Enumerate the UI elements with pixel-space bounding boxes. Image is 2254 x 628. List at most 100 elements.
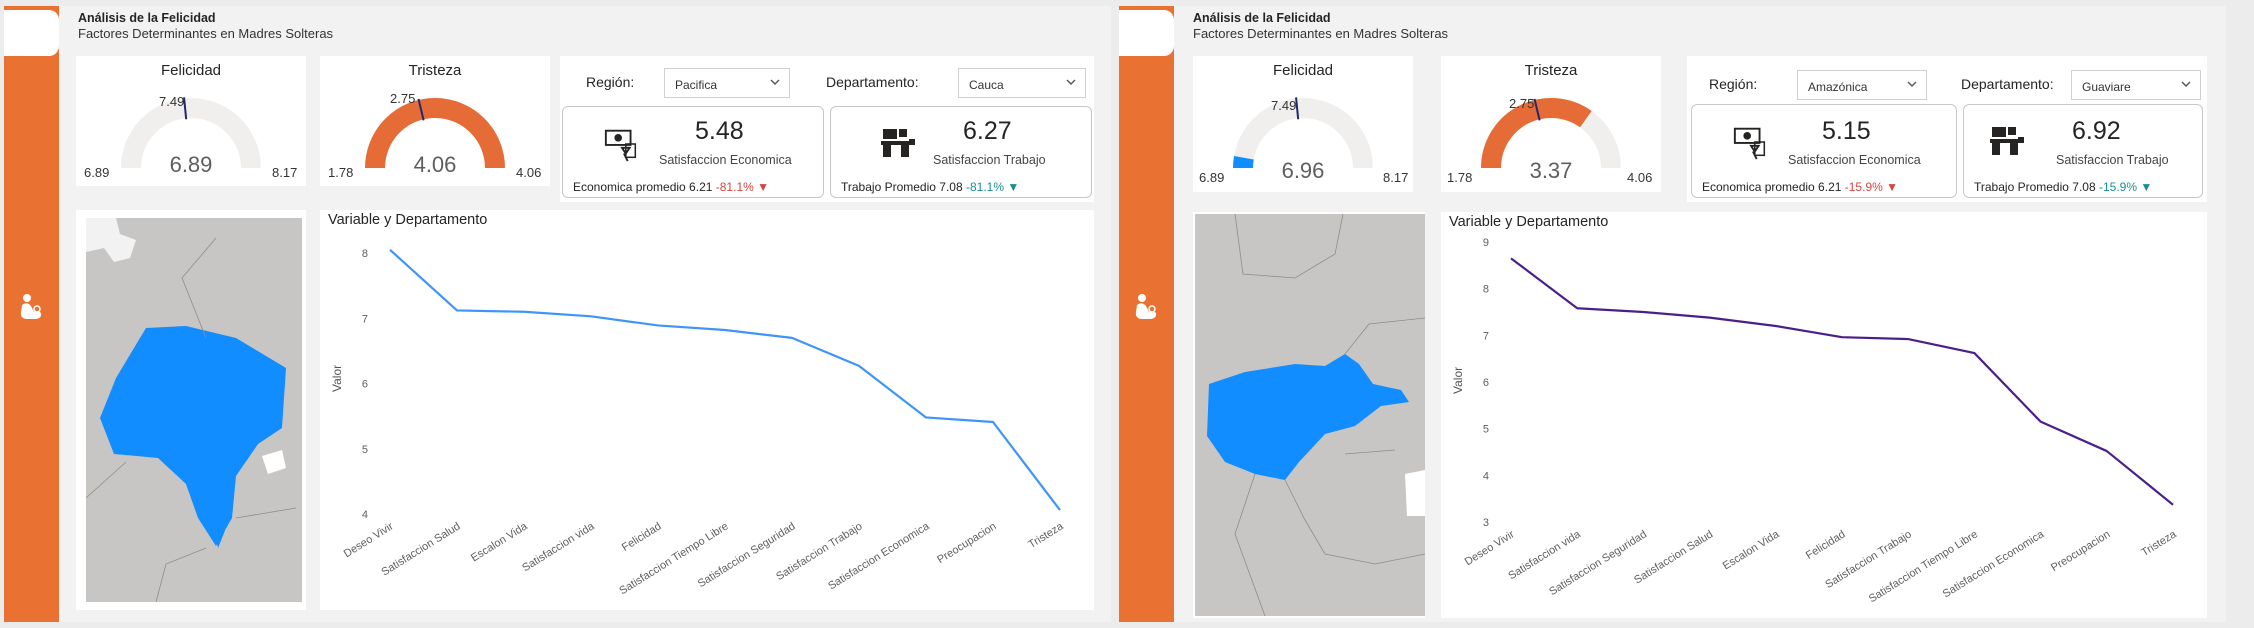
down-arrow-icon: ▼	[757, 180, 770, 194]
kpi-label: Satisfaccion Economica	[659, 153, 792, 167]
data-point[interactable]	[452, 305, 462, 315]
x-tick-label: Preocupacion	[935, 520, 998, 566]
x-tick-label: Preocupacion	[2049, 528, 2112, 574]
sidebar-tab[interactable]	[4, 10, 59, 56]
y-tick-label: 5	[362, 444, 368, 456]
data-point[interactable]	[2036, 417, 2046, 427]
money-icon	[604, 129, 637, 162]
gauge-value: 3.37	[1529, 158, 1573, 183]
gauge-card-tristeza[interactable]: Tristeza 2.75 1.78 4.06 4.06	[320, 56, 550, 186]
region-label: Región:	[1709, 76, 1758, 92]
series-line[interactable]	[389, 248, 1061, 511]
dashboard-panel-2: Análisis de la Felicidad Factores Determ…	[1119, 6, 2226, 622]
kpi-card-economica[interactable]: 5.15 Satisfaccion Economica Economica pr…	[1691, 104, 1957, 198]
map-card[interactable]	[76, 210, 306, 610]
workstation-icon	[1990, 127, 2024, 155]
kpi-delta: -81.1%	[715, 180, 754, 194]
gauge-card-felicidad[interactable]: Felicidad 7.49 6.89 8.17 6.89	[76, 56, 306, 186]
filters-kpi-area: Región: Pacifica Departamento: Cauca 5.4…	[560, 56, 1094, 202]
kpi-label: Satisfaccion Trabajo	[933, 153, 1046, 167]
department-map[interactable]	[86, 218, 316, 618]
data-point[interactable]	[385, 245, 395, 255]
chevron-down-icon	[1907, 81, 1917, 87]
map-card[interactable]	[1193, 212, 1427, 620]
kpi-delta: -15.9%	[2098, 180, 2137, 194]
gauge-target-label: 7.49	[1271, 98, 1297, 113]
mother-child-icon[interactable]	[1129, 290, 1163, 324]
down-arrow-icon: ▼	[1007, 180, 1020, 194]
gauge-card-felicidad[interactable]: Felicidad 7.49 6.89 8.17 6.96	[1193, 56, 1413, 192]
data-point[interactable]	[1638, 307, 1648, 317]
data-point[interactable]	[653, 320, 663, 330]
chevron-down-icon	[1066, 79, 1076, 85]
dashboard-panel-1: Análisis de la Felicidad Factores Determ…	[4, 6, 1111, 622]
data-point[interactable]	[720, 325, 730, 335]
y-tick-label: 4	[362, 509, 368, 521]
x-tick-label: Escalon Vida	[1721, 528, 1782, 573]
y-tick-label: 6	[1483, 377, 1489, 389]
kpi-delta: -15.9%	[1844, 180, 1883, 194]
departamento-dropdown[interactable]: Cauca	[958, 68, 1086, 98]
departamento-dropdown[interactable]: Guaviare	[2071, 70, 2201, 100]
data-point[interactable]	[921, 412, 931, 422]
y-tick-label: 7	[1483, 330, 1489, 342]
region-dropdown[interactable]: Amazónica	[1797, 70, 1927, 100]
data-point[interactable]	[1903, 334, 1913, 344]
data-point[interactable]	[1705, 313, 1715, 323]
kpi-card-trabajo[interactable]: 6.27 Satisfaccion Trabajo Trabajo Promed…	[830, 106, 1092, 198]
x-tick-label: Escalon Vida	[469, 520, 530, 565]
data-point[interactable]	[2168, 500, 2178, 510]
x-tick-label: Satisfaccion Tiempo Libre	[1867, 528, 1980, 605]
series-line[interactable]	[1510, 257, 2174, 506]
data-point[interactable]	[1837, 332, 1847, 342]
data-point[interactable]	[854, 361, 864, 371]
gauge-target-label: 2.75	[390, 91, 416, 106]
line-chart[interactable]: 45678Deseo VivirSatisfaccion Salud Escalo…	[320, 210, 1094, 610]
y-tick-label: 5	[1483, 424, 1489, 436]
kpi-value: 5.48	[695, 117, 744, 145]
report-subtitle: Factores Determinantes en Madres Soltera…	[78, 26, 334, 41]
kpi-card-economica[interactable]: 5.48 Satisfaccion Economica Economica pr…	[562, 106, 824, 198]
x-tick-label: Deseo Vivir	[342, 520, 396, 560]
data-point[interactable]	[1572, 303, 1582, 313]
line-chart-card[interactable]: Variable y Departamento Valor 4 5 6 7 8 Deseo…	[320, 210, 1094, 610]
line-chart-card[interactable]: Variable y Departamento Valor 3 4 5 6 7 8 9 Des…	[1441, 212, 2207, 618]
kpi-label: Satisfaccion Trabajo	[2056, 153, 2169, 167]
departamento-label: Departamento:	[826, 74, 919, 90]
sidebar-tab[interactable]	[1119, 10, 1174, 56]
mother-child-icon[interactable]	[14, 290, 48, 324]
data-point[interactable]	[1506, 253, 1516, 263]
data-point[interactable]	[2102, 446, 2112, 456]
department-map[interactable]	[1195, 214, 1427, 620]
gauge-value: 4.06	[413, 152, 457, 177]
data-point[interactable]	[988, 417, 998, 427]
x-tick-label: Satisfaccion Tiempo Libre	[617, 520, 730, 597]
kpi-footer-text: Economica promedio 6.21	[573, 180, 713, 194]
region-value: Amazónica	[1808, 80, 1868, 94]
data-point[interactable]	[1969, 348, 1979, 358]
kpi-footer: Trabajo Promedio 7.08 -15.9% ▼	[1974, 180, 2152, 194]
report-title: Análisis de la Felicidad	[1193, 11, 1331, 25]
kpi-card-trabajo[interactable]: 6.92 Satisfaccion Trabajo Trabajo Promed…	[1963, 104, 2203, 198]
kpi-footer-text: Trabajo Promedio 7.08	[1974, 180, 2096, 194]
line-chart[interactable]: 3456789Deseo VivirSatisfaccion vidaSatis…	[1441, 212, 2207, 618]
gauge-card-tristeza[interactable]: Tristeza 2.75 1.78 4.06 3.37	[1441, 56, 1661, 192]
x-tick-label: Deseo Vivir	[1463, 528, 1517, 568]
report-header: Análisis de la Felicidad Factores Determ…	[78, 10, 333, 42]
data-point[interactable]	[787, 333, 797, 343]
x-tick-label: Tristeza	[1026, 520, 1066, 551]
down-arrow-icon: ▼	[1886, 180, 1899, 194]
report-title: Análisis de la Felicidad	[78, 11, 216, 25]
region-dropdown[interactable]: Pacifica	[664, 68, 790, 98]
data-point[interactable]	[586, 311, 596, 321]
data-point[interactable]	[1771, 321, 1781, 331]
gauge-target-label: 7.49	[159, 94, 185, 109]
data-point[interactable]	[519, 307, 529, 317]
x-tick-label: Felicidad	[620, 520, 664, 554]
kpi-footer: Economica promedio 6.21 -15.9% ▼	[1702, 180, 1898, 194]
gauge-value: 6.89	[169, 152, 213, 177]
kpi-footer: Economica promedio 6.21 -81.1% ▼	[573, 180, 769, 194]
data-point[interactable]	[1055, 505, 1065, 515]
kpi-value: 6.92	[2072, 117, 2121, 145]
filters-kpi-area: Región: Amazónica Departamento: Guaviare…	[1687, 56, 2207, 202]
